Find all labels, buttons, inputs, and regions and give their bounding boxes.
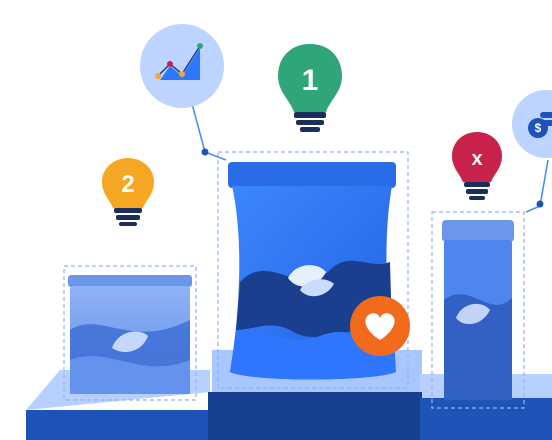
jar-left	[63, 265, 197, 401]
svg-text:$: $	[535, 121, 542, 135]
bulb-first-base	[300, 127, 320, 132]
bulb-third-base	[464, 182, 490, 187]
podium-front-middle	[208, 392, 422, 440]
heart-badge	[350, 296, 410, 356]
chart-bubble	[140, 24, 224, 108]
bulb-second-base	[119, 222, 137, 226]
chart-bubble-circle	[140, 24, 224, 108]
connector-chart	[190, 99, 227, 161]
bulb-second-base	[114, 208, 142, 213]
podium-front-left	[26, 410, 210, 440]
bulb-third-base	[469, 196, 485, 200]
bulb-third-base	[466, 189, 488, 194]
bulb-third-place: x	[452, 132, 502, 200]
bulb-first-place: 1	[278, 44, 342, 132]
tube-right	[431, 211, 525, 409]
bulb-first-base	[294, 112, 326, 118]
jar-left-lid	[68, 275, 192, 287]
bulb-second-place: 2	[102, 158, 154, 226]
connector-dot	[201, 148, 209, 156]
money-bubble: $	[512, 90, 552, 158]
bulb-second-base	[116, 215, 140, 220]
bulb-second-label: 2	[121, 171, 134, 198]
bulb-first-base	[296, 120, 324, 125]
tube-right-cap	[442, 220, 514, 242]
package-middle-top-band	[228, 162, 396, 188]
connector-dot	[536, 200, 544, 208]
bulb-first-label: 1	[302, 64, 319, 97]
podium-illustration: $ 1 2 x	[26, 24, 552, 440]
bulb-third-label: x	[471, 148, 482, 170]
podium-front-right	[420, 398, 552, 440]
